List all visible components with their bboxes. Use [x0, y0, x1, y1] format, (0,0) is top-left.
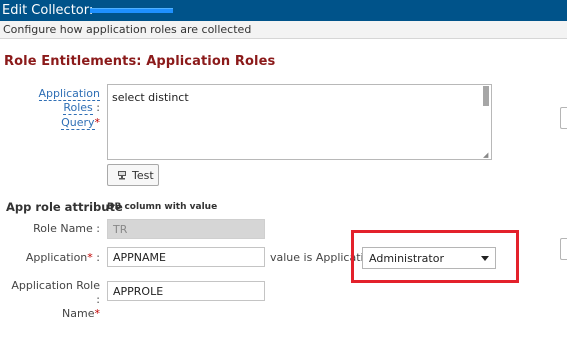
subtitle-bar: Configure how application roles are coll…	[0, 21, 567, 39]
test-icon	[118, 171, 126, 180]
section-title: Role Entitlements: Application Roles	[4, 54, 276, 69]
highlight-box	[351, 230, 519, 283]
application-label: Application* :	[25, 251, 100, 264]
role-name-label: Role Name :	[33, 222, 100, 235]
title-bar: Edit Collector:	[0, 0, 567, 21]
query-textarea[interactable]: select distinct ◢	[107, 84, 492, 160]
required-marker: *	[94, 116, 101, 129]
resize-grip-icon[interactable]: ◢	[483, 152, 489, 159]
application-input[interactable]: APPNAME	[107, 247, 265, 267]
test-button-label: Test	[132, 169, 154, 182]
column-heading: DB column with value	[107, 202, 218, 212]
test-button[interactable]: Test	[107, 164, 159, 186]
textarea-scrollbar[interactable]	[483, 86, 489, 106]
attribute-heading: App role attribute	[6, 200, 123, 214]
query-value: select distinct	[112, 91, 189, 104]
page-subtitle: Configure how application roles are coll…	[3, 23, 252, 36]
page-title: Edit Collector:	[2, 3, 94, 18]
query-label-line2[interactable]: Query	[61, 116, 95, 130]
application-role-input[interactable]: APPROLE	[107, 281, 265, 301]
query-label-line1[interactable]: Application Roles	[38, 87, 100, 115]
application-role-label: Application Role : Name*	[11, 279, 100, 320]
application-role-value: APPROLE	[113, 285, 164, 298]
redacted-collector-name	[90, 8, 173, 13]
role-name-input: TR	[107, 219, 265, 239]
side-button[interactable]	[560, 238, 567, 260]
application-value: APPNAME	[113, 251, 166, 264]
role-name-value: TR	[113, 223, 128, 236]
query-label: Application Roles : Query*	[38, 87, 101, 130]
side-button[interactable]	[560, 107, 567, 129]
